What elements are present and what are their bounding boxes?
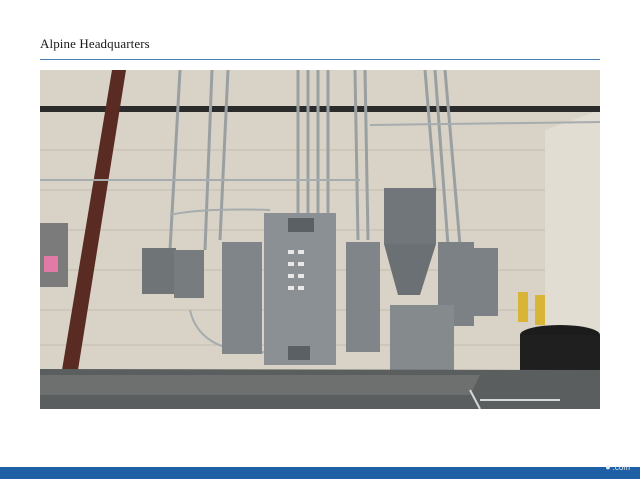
title-divider — [40, 59, 600, 60]
slide-title: Alpine Headquarters — [40, 36, 150, 51]
footer-bar — [0, 467, 640, 479]
logo-icon: ● — [605, 462, 611, 472]
footer-logo-text: .com — [612, 462, 630, 472]
footer-logo: ● .com — [605, 462, 630, 472]
electrical-room-photo — [40, 70, 600, 409]
